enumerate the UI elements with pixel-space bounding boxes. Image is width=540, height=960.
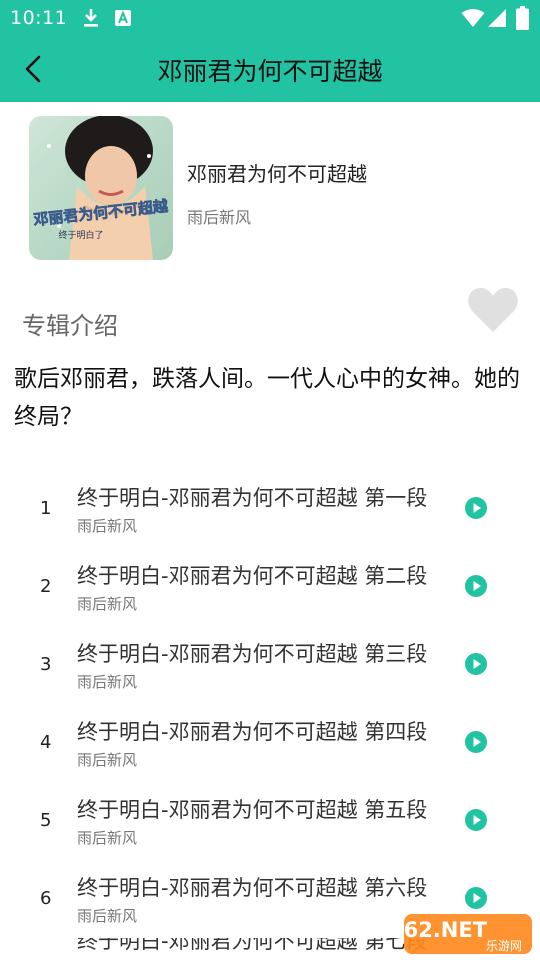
album-author: 雨后新风 [187,208,252,227]
track-author: 雨后新风 [77,829,138,847]
track-number: 3 [40,654,52,675]
album-title: 邓丽君为何不可超越 [187,162,367,186]
track-title: 终于明白-邓丽君为何不可超越 第四段 [77,720,428,744]
track-row[interactable]: 5 终于明白-邓丽君为何不可超越 第五段 雨后新风 [0,782,540,860]
album-cover-subtext: 终于明白了 [58,229,103,241]
album-cover-image: 邓丽君为何不可超越 终于明白了 [29,116,173,260]
watermark-sub: 乐游网 [486,939,522,953]
track-row[interactable]: 2 终于明白-邓丽君为何不可超越 第二段 雨后新风 [0,548,540,626]
track-author: 雨后新风 [77,673,138,691]
track-row[interactable]: 4 终于明白-邓丽君为何不可超越 第四段 雨后新风 [0,704,540,782]
play-icon[interactable] [465,575,487,597]
track-author: 雨后新风 [77,907,138,925]
signal-icon [488,9,506,27]
track-number: 4 [40,732,52,753]
play-icon[interactable] [465,887,487,909]
status-time: 10:11 [10,7,68,29]
album-cover: 邓丽君为何不可超越 终于明白了 [29,116,173,260]
download-icon [84,9,98,27]
track-title: 终于明白-邓丽君为何不可超越 第六段 [77,876,428,900]
track-title: 终于明白-邓丽君为何不可超越 第二段 [77,564,428,588]
track-number: 6 [40,888,52,909]
album-description: 歌后邓丽君，跌落人间。一代人心中的女神。她的终局？ [14,366,520,430]
play-icon[interactable] [465,809,487,831]
track-title: 终于明白-邓丽君为何不可超越 第五段 [77,798,428,822]
site-watermark: 962.NET 乐游网 [400,914,532,954]
a-box-icon [115,10,131,26]
track-row[interactable]: 1 终于明白-邓丽君为何不可超越 第一段 雨后新风 [0,470,540,548]
page-title: 邓丽君为何不可超越 [157,57,383,86]
battery-icon [516,6,529,30]
track-author: 雨后新风 [77,517,138,535]
status-bar: 10:11 [0,0,540,36]
track-author: 雨后新风 [77,751,138,769]
track-number: 5 [40,810,52,831]
play-icon[interactable] [465,653,487,675]
track-row[interactable]: 3 终于明白-邓丽君为何不可超越 第三段 雨后新风 [0,626,540,704]
intro-label: 专辑介绍 [22,312,118,340]
wifi-icon [461,9,485,27]
track-title: 终于明白-邓丽君为何不可超越 第三段 [77,642,428,666]
play-icon[interactable] [465,497,487,519]
track-title: 终于明白-邓丽君为何不可超越 第一段 [77,486,428,510]
watermark-main: 962.NET [400,918,488,942]
track-number: 1 [40,498,52,519]
heart-icon[interactable] [467,286,519,334]
track-number: 2 [40,576,52,597]
toolbar: 邓丽君为何不可超越 [0,36,540,102]
track-author: 雨后新风 [77,595,138,613]
play-icon[interactable] [465,731,487,753]
track-title: 终于明白-邓丽君为何不可超越 第七段 [77,938,428,953]
